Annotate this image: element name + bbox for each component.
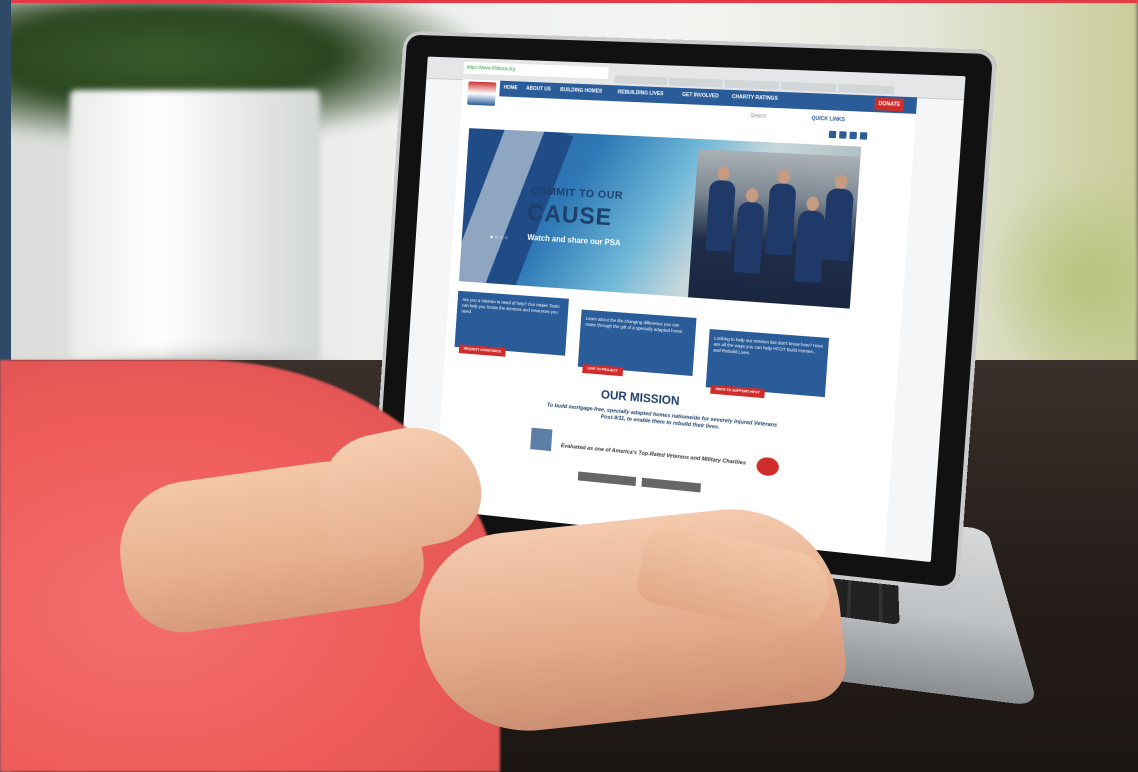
- mission-button[interactable]: [641, 477, 702, 493]
- browser-tab[interactable]: [838, 83, 895, 95]
- veteran-figure: [733, 201, 765, 274]
- info-box-assistance: Are you a Veteran in need of help? Our I…: [454, 290, 569, 357]
- laptop-photo: https://www.hfotusa.org HOME ABOUT US BU…: [0, 0, 1138, 772]
- veteran-figure: [793, 210, 826, 284]
- site-logo[interactable]: [466, 81, 497, 106]
- ways-to-support-button[interactable]: WAYS TO SUPPORT HFOT: [710, 384, 766, 399]
- veteran-head: [806, 196, 820, 212]
- info-box-text: Learn about the life-changing difference…: [585, 315, 684, 335]
- youtube-icon[interactable]: [849, 131, 858, 140]
- info-box-text: Are you a Veteran in need of help? Our I…: [461, 296, 560, 315]
- hero-line2: CAUSE: [526, 199, 613, 232]
- browser-tab[interactable]: [614, 75, 668, 86]
- veterans-photo: [688, 149, 861, 309]
- mission-title: OUR MISSION: [600, 387, 681, 409]
- nav-home[interactable]: HOME: [503, 85, 517, 91]
- veteran-head: [745, 187, 759, 203]
- instagram-icon[interactable]: [859, 132, 868, 140]
- veteran-figure: [705, 179, 736, 252]
- info-box-give: Learn about the life-changing difference…: [577, 309, 697, 377]
- quick-links-menu[interactable]: QUICK LINKS: [811, 116, 845, 124]
- website: HOME ABOUT US BUILDING HOMES REBUILDING …: [434, 79, 918, 558]
- background-greenery: [978, 170, 1138, 390]
- info-box-support: Looking to help our mission but don't kn…: [705, 329, 830, 399]
- white-planter: [70, 90, 320, 360]
- give-to-project-button[interactable]: GIVE TO PROJECT: [582, 364, 623, 377]
- top-accent-strip: [0, 0, 1138, 3]
- veteran-figure: [822, 188, 855, 262]
- browser-tab[interactable]: [780, 81, 837, 93]
- facebook-icon[interactable]: [828, 130, 837, 139]
- nav-charity-ratings[interactable]: CHARITY RATINGS: [732, 94, 778, 102]
- browser-tab[interactable]: [668, 77, 723, 88]
- mission-text: To build mortgage-free, specially adapte…: [546, 402, 778, 431]
- veteran-head: [717, 166, 730, 181]
- rated-text: Evaluated as one of America's Top-Rated …: [560, 443, 747, 467]
- veteran-head: [777, 169, 791, 185]
- veteran-head: [834, 174, 848, 190]
- search-input[interactable]: Search: [750, 113, 766, 120]
- hero-banner[interactable]: COMMIT TO OUR CAUSE Watch and share our …: [458, 128, 862, 309]
- request-assistance-button[interactable]: REQUEST ASSISTANCE: [458, 344, 506, 357]
- mission-button[interactable]: [577, 471, 637, 487]
- veteran-figure: [765, 183, 797, 256]
- browser-tab[interactable]: [724, 79, 780, 90]
- charity-seal-icon: [530, 427, 553, 452]
- laptop-screen: https://www.hfotusa.org HOME ABOUT US BU…: [398, 56, 966, 563]
- info-box-text: Looking to help our mission but don't kn…: [713, 335, 824, 356]
- nav-rebuilding-lives[interactable]: REBUILDING LIVES: [617, 89, 663, 97]
- nav-get-involved[interactable]: GET INVOLVED: [682, 92, 719, 100]
- nav-about-us[interactable]: ABOUT US: [526, 86, 551, 93]
- top-rated-badge-icon: [755, 456, 780, 477]
- nav-building-homes[interactable]: BUILDING HOMES: [560, 87, 602, 95]
- donate-button[interactable]: DONATE: [874, 97, 905, 112]
- hero-subtitle: Watch and share our PSA: [527, 232, 621, 248]
- address-bar[interactable]: https://www.hfotusa.org: [463, 61, 609, 80]
- twitter-icon[interactable]: [838, 131, 847, 139]
- slider-dots[interactable]: ● ○ ○ ○: [490, 235, 509, 242]
